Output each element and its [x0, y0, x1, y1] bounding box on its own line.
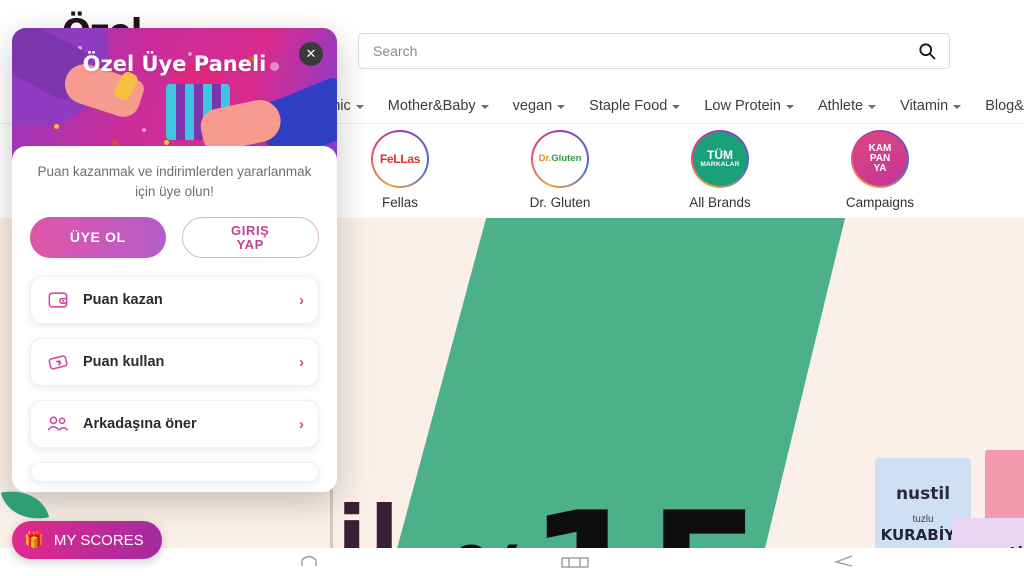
brand-label: Fellas	[381, 195, 418, 210]
nav-label: Blog&R	[985, 97, 1024, 114]
brand-ring: Dr. Gluten	[531, 130, 589, 188]
nav-item-blog[interactable]: Blog&R	[985, 98, 1024, 114]
nav-item-low-protein[interactable]: Low Protein	[704, 98, 794, 114]
brand-item-fellas[interactable]: FeLLas Fellas	[320, 130, 480, 210]
brand-item-campaigns[interactable]: KAM PAN YA Campaigns	[800, 130, 960, 210]
search-icon[interactable]	[917, 41, 937, 61]
brand-logo: TÜM MARKALAR	[693, 132, 747, 186]
chevron-down-icon	[557, 104, 566, 109]
search-input[interactable]: Search	[358, 33, 950, 69]
product-brand-name: nustil	[895, 484, 951, 504]
truck-icon	[301, 555, 317, 566]
modal-action-buttons: ÜYE OL GIRIŞ YAP	[30, 217, 319, 259]
login-label-line-2: YAP	[236, 236, 264, 252]
list-item-partial[interactable]	[30, 462, 319, 483]
modal-title: Özel Üye Paneli	[82, 52, 267, 76]
nav-item-athlete[interactable]: Athlete	[817, 97, 877, 114]
brand-logo-text-2: MARKALAR	[700, 160, 740, 168]
modal-header-illustration: Özel Üye Paneli ✕	[12, 28, 337, 160]
package-icon	[561, 557, 589, 568]
hero-brand-mark: il	[337, 488, 402, 548]
screenshot-root: Özel Search Organic Mother&Baby vegan	[0, 0, 1024, 576]
list-item-label: Puan kullan	[83, 354, 165, 371]
chevron-down-icon	[868, 104, 877, 109]
return-icon	[833, 555, 853, 567]
brand-ring: TÜM MARKALAR	[691, 130, 749, 188]
nav-label: Vitamin	[900, 97, 949, 114]
brand-ring: KAM PAN YA	[851, 130, 909, 188]
nav-label: Mother&Baby	[387, 97, 476, 114]
chevron-right-icon: ›	[299, 291, 304, 309]
brand-label: All Brands	[689, 195, 751, 210]
modal-body: Puan kazanmak ve indirimlerden yararlanm…	[12, 146, 337, 493]
my-scores-label: MY SCORES	[53, 531, 144, 549]
nav-label: Athlete	[817, 97, 864, 114]
login-button[interactable]: GIRIŞ YAP	[181, 217, 319, 259]
brand-label: Dr. Gluten	[529, 195, 591, 210]
my-scores-button[interactable]: 🎁 MY SCORES	[12, 521, 162, 559]
confetti-dot	[54, 124, 59, 129]
brand-logo-text-dr: Dr.	[538, 153, 552, 165]
login-label-line-1: GIRIŞ	[231, 222, 270, 238]
nav-label: vegan	[512, 97, 553, 114]
modal-subtitle: Puan kazanmak ve indirimlerden yararlanm…	[37, 164, 312, 199]
brand-logo: Dr. Gluten	[533, 132, 587, 186]
brand-logo: KAM PAN YA	[853, 132, 907, 186]
nav-label: Staple Food	[589, 97, 668, 114]
nav-label: Low Protein	[704, 97, 781, 114]
confetti-dot	[164, 140, 169, 145]
ticket-icon	[45, 349, 71, 375]
gift-stripe	[176, 84, 185, 140]
wallet-icon	[45, 287, 71, 313]
gift-icon: 🎁	[24, 532, 44, 549]
chevron-right-icon: ›	[299, 415, 304, 433]
brand-item-dr-gluten[interactable]: Dr. Gluten Dr. Gluten	[480, 130, 640, 210]
nav-item-vegan[interactable]: vegan	[513, 98, 566, 114]
close-icon[interactable]: ✕	[299, 42, 323, 66]
brand-label: Campaigns	[845, 195, 915, 210]
brand-ring: FeLLas	[371, 130, 429, 188]
brand-logo-text-1: TÜM	[707, 148, 733, 163]
confetti-dot	[142, 128, 146, 132]
hero-percent-symbol: %	[452, 536, 536, 548]
product-box-meyve-topu: nustil kakaolu yaban mersinli MEYVE TOPU	[952, 518, 1024, 548]
chevron-down-icon	[672, 104, 681, 109]
chevron-down-icon	[785, 104, 794, 109]
search-placeholder: Search	[373, 43, 418, 59]
chevron-down-icon	[953, 104, 962, 109]
chevron-down-icon	[355, 104, 364, 109]
nav-item-mother-baby[interactable]: Mother&Baby	[388, 98, 489, 114]
nav-item-staple-food[interactable]: Staple Food	[589, 97, 681, 114]
brand-item-all-brands[interactable]: TÜM MARKALAR All Brands	[640, 130, 800, 210]
hero-discount-number: 15	[527, 490, 767, 548]
nav-item-vitamin[interactable]: Vitamin	[900, 97, 962, 114]
signup-button[interactable]: ÜYE OL	[30, 217, 166, 259]
chevron-down-icon	[480, 104, 489, 109]
brand-logo: FeLLas	[373, 132, 427, 186]
list-item-label: Arkadaşına öner	[83, 416, 197, 433]
member-panel-modal: Özel Üye Paneli ✕ Puan kazanmak ve indir…	[12, 28, 337, 493]
users-icon	[45, 411, 71, 437]
brand-logo-text: FeLLas	[379, 151, 421, 166]
list-item-label: Puan kazan	[83, 292, 163, 309]
list-item-arkadasina-oner[interactable]: Arkadaşına öner ›	[30, 400, 319, 449]
brand-logo-text-3: YA	[873, 163, 887, 174]
list-item-puan-kazan[interactable]: Puan kazan ›	[30, 276, 319, 325]
brand-logo-text-gluten: Gluten	[551, 153, 582, 165]
chevron-right-icon: ›	[299, 353, 304, 371]
list-item-puan-kullan[interactable]: Puan kullan ›	[30, 338, 319, 387]
